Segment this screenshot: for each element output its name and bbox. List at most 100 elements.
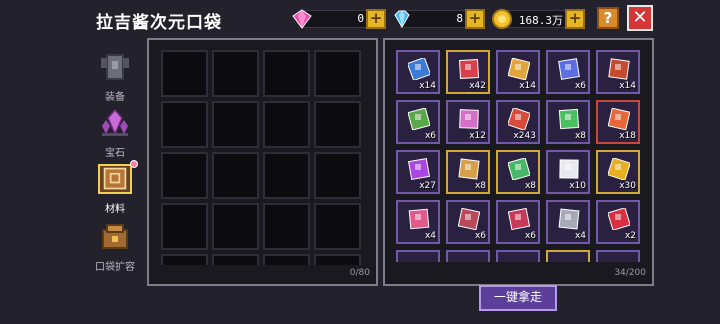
material-item-slot[interactable] <box>396 250 440 262</box>
pocket-slot[interactable] <box>314 254 361 265</box>
pocket-slot[interactable] <box>314 50 361 97</box>
pocket-slot[interactable] <box>314 203 361 250</box>
item-quantity: x6 <box>574 81 586 91</box>
pocket-slot[interactable] <box>212 254 259 265</box>
material-item-slot[interactable]: x10 <box>546 150 590 194</box>
material-item-slot[interactable]: x6 <box>496 200 540 244</box>
wing-blade-icon <box>458 208 480 230</box>
add-blue-diamond-button[interactable]: + <box>465 9 485 29</box>
blue-scroll-icon <box>558 58 580 80</box>
materials-capacity-count: 34/200 <box>614 268 646 278</box>
currency-blue-diamond: 8 + <box>394 9 485 29</box>
item-quantity: x6 <box>474 231 486 241</box>
material-item-slot[interactable]: x6 <box>446 200 490 244</box>
material-item-slot[interactable]: x6 <box>396 100 440 144</box>
item-quantity: x4 <box>574 231 586 241</box>
item-quantity: x14 <box>519 81 536 91</box>
purple-rune-icon <box>408 158 430 180</box>
add-gold-coin-button[interactable]: + <box>565 9 585 29</box>
close-button[interactable]: ✕ <box>627 5 653 31</box>
hidden-item-icon <box>508 258 530 262</box>
pocket-slot[interactable] <box>263 152 310 199</box>
hidden-item-icon <box>558 258 580 262</box>
pocket-capacity-count: 0/80 <box>349 268 370 278</box>
pocket-slot[interactable] <box>212 50 259 97</box>
take-all-button[interactable]: 一键拿走 <box>479 285 557 311</box>
help-button[interactable]: ? <box>597 7 619 29</box>
pocket-slot[interactable] <box>161 101 208 148</box>
material-item-slot[interactable] <box>446 250 490 262</box>
pink-gem-value: 0 <box>357 12 364 25</box>
pocket-slot[interactable] <box>263 203 310 250</box>
green-chip-icon <box>558 108 580 130</box>
material-item-slot[interactable]: x30 <box>596 150 640 194</box>
gold-coin-value: 168.3万 <box>518 14 563 27</box>
material-item-slot[interactable]: x2 <box>596 200 640 244</box>
material-item-slot[interactable]: x8 <box>496 150 540 194</box>
green-serpent-icon <box>508 158 530 180</box>
material-item-slot[interactable] <box>596 250 640 262</box>
material-item-slot[interactable]: x243 <box>496 100 540 144</box>
pocket-slot[interactable] <box>212 152 259 199</box>
red-tile-icon <box>508 108 530 130</box>
tab-gems[interactable]: 宝石 <box>90 108 140 160</box>
item-quantity: x14 <box>419 81 436 91</box>
pink-gem-icon <box>292 9 312 29</box>
red-bowl-icon <box>608 58 630 80</box>
material-item-slot[interactable]: x12 <box>446 100 490 144</box>
pocket-slot[interactable] <box>314 101 361 148</box>
tab-label-pocket-expand: 口袋扩容 <box>95 262 135 273</box>
pocket-slot[interactable] <box>263 254 310 265</box>
material-item-slot[interactable]: x4 <box>546 200 590 244</box>
material-item-slot[interactable]: x27 <box>396 150 440 194</box>
pocket-slot[interactable] <box>161 152 208 199</box>
tab-materials[interactable]: 材料 <box>90 160 140 216</box>
material-item-slot[interactable]: x6 <box>546 50 590 94</box>
material-item-slot[interactable] <box>496 250 540 262</box>
pocket-storage-panel: 0/80 <box>147 38 378 286</box>
material-item-slot[interactable]: x8 <box>446 150 490 194</box>
pocket-slot[interactable] <box>263 101 310 148</box>
blue-diamond-icon <box>394 10 410 28</box>
item-quantity: x8 <box>474 181 486 191</box>
material-item-slot[interactable]: x18 <box>596 100 640 144</box>
pocket-slot[interactable] <box>161 254 208 265</box>
tab-equipment[interactable]: 装备 <box>90 52 140 104</box>
currency-pink-gem: 0 + <box>292 9 386 29</box>
materials-inventory-panel: x14 x42 x14 x6 x14 x6 x12 x243 x8 x18 x27 x8 x8 x10 x3… <box>383 38 654 286</box>
item-quantity: x8 <box>524 181 536 191</box>
red-potion-icon <box>608 208 630 230</box>
item-quantity: x14 <box>619 81 636 91</box>
material-item-slot[interactable]: x42 <box>446 50 490 94</box>
material-item-slot[interactable]: x14 <box>596 50 640 94</box>
energy-orb-icon <box>559 159 579 179</box>
pocket-expand-icon <box>102 224 128 249</box>
pocket-slot[interactable] <box>161 203 208 250</box>
red-feather-icon <box>459 59 479 79</box>
pocket-slot[interactable] <box>212 101 259 148</box>
pocket-slot[interactable] <box>161 50 208 97</box>
horseshoe-magnet-icon <box>508 208 530 230</box>
materials-item-grid: x14 x42 x14 x6 x14 x6 x12 x243 x8 x18 x27 x8 x8 x10 x3… <box>396 50 640 262</box>
material-item-slot[interactable]: x14 <box>496 50 540 94</box>
material-item-slot[interactable]: x14 <box>396 50 440 94</box>
item-quantity: x27 <box>419 181 436 191</box>
material-item-slot[interactable]: x4 <box>396 200 440 244</box>
add-pink-gem-button[interactable]: + <box>366 9 386 29</box>
tab-pocket-expand[interactable]: 口袋扩容 <box>90 222 140 274</box>
item-quantity: x4 <box>424 231 436 241</box>
item-quantity: x6 <box>524 231 536 241</box>
snowflake-cube-icon <box>408 58 430 80</box>
currency-gold-coin: 168.3万 + <box>492 9 585 29</box>
material-item-slot[interactable]: x8 <box>546 100 590 144</box>
pocket-slot[interactable] <box>314 152 361 199</box>
page-title: 拉吉酱次元口袋 <box>96 13 222 33</box>
item-quantity: x12 <box>469 131 486 141</box>
grey-ring-icon <box>558 208 580 230</box>
gold-pickaxe-icon <box>458 158 480 180</box>
material-item-slot[interactable] <box>546 250 590 262</box>
tab-label-materials: 材料 <box>105 204 125 215</box>
materials-book-icon <box>98 164 132 194</box>
pocket-slot[interactable] <box>212 203 259 250</box>
pocket-slot[interactable] <box>263 50 310 97</box>
